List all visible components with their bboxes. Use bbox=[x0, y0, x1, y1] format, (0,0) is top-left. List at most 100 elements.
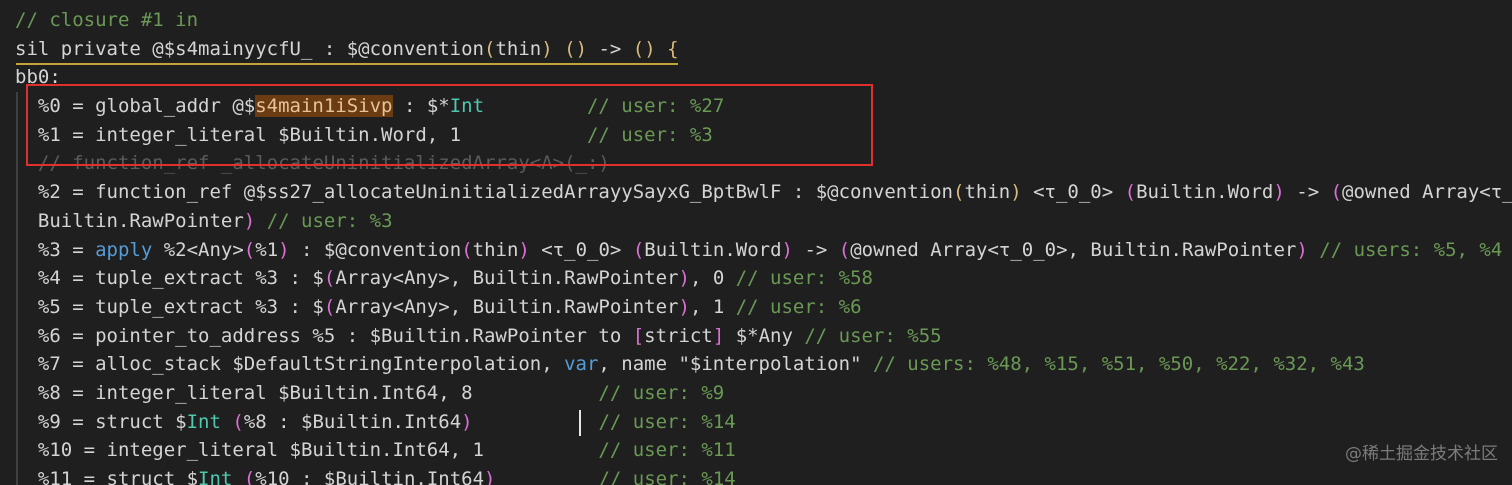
code-line[interactable]: %2 = function_ref @$ss27_allocateUniniti… bbox=[15, 178, 1512, 207]
code-line[interactable]: Builtin.RawPointer) // user: %3 bbox=[15, 207, 1512, 236]
code-token-plain: sil private @$s4mainyycfU_ : $@conventio… bbox=[15, 37, 484, 60]
watermark: @稀土掘金技术社区 bbox=[1345, 444, 1498, 465]
code-token-paren2: ) bbox=[278, 238, 290, 261]
code-token-paren2: ( bbox=[323, 267, 336, 290]
code-token-plain: $*Any bbox=[724, 324, 805, 347]
code-token-comment: // users: %5, %4 bbox=[1319, 238, 1503, 261]
code-token-comment: // users: %48, %15, %51, %50, %22, %32, … bbox=[872, 353, 1365, 376]
code-token-paren2: ( bbox=[461, 238, 473, 261]
code-token-paren2: ( bbox=[838, 238, 851, 261]
code-token-comment: // user: %3 bbox=[266, 209, 393, 232]
code-token-plain: , 1 bbox=[689, 295, 736, 318]
code-token-plain: -> bbox=[587, 37, 633, 60]
code-token-type: Int bbox=[198, 468, 233, 485]
code-token-plain: %1 bbox=[255, 238, 279, 261]
code-line[interactable]: %11 = struct $Int (%10 : $Builtin.Int64)… bbox=[15, 465, 1512, 485]
code-line[interactable]: %4 = tuple_extract %3 : $(Array<Any>, Bu… bbox=[15, 264, 1512, 293]
code-token-paren: ) bbox=[1010, 181, 1022, 204]
code-token-paren2: ) bbox=[518, 238, 530, 261]
code-token-paren2: ) bbox=[461, 410, 473, 433]
code-token-plain: : $@convention bbox=[289, 238, 462, 261]
code-token-plain: %11 = struct $ bbox=[15, 468, 199, 485]
code-token-comment: // user: %14 bbox=[598, 468, 736, 485]
code-token-plain: <τ_0_0> bbox=[1021, 181, 1125, 204]
code-line[interactable]: %3 = apply %2<Any>(%1) : $@convention(th… bbox=[15, 236, 1512, 265]
code-token-plain: , name "$interpolation" bbox=[598, 353, 873, 376]
code-token-comment: // user: %6 bbox=[735, 295, 862, 318]
code-line[interactable]: %7 = alloc_stack $DefaultStringInterpola… bbox=[15, 350, 1512, 379]
code-token-comment: // user: %9 bbox=[598, 381, 725, 404]
code-token-comment: // user: %14 bbox=[598, 410, 736, 433]
text-cursor bbox=[579, 410, 581, 436]
code-token-plain: Builtin.Word bbox=[644, 238, 782, 261]
code-token-paren2: ( bbox=[243, 238, 256, 261]
code-token-paren2: ( bbox=[232, 410, 244, 433]
code-token-plain: thin bbox=[964, 181, 1011, 204]
code-token-comment: // user: %11 bbox=[598, 439, 736, 462]
code-token-paren2: ) bbox=[1273, 181, 1285, 204]
code-token-paren: ( bbox=[953, 181, 965, 204]
code-line[interactable]: %8 = integer_literal $Builtin.Int64, 8 /… bbox=[15, 379, 1512, 408]
code-token-paren2: ( bbox=[323, 295, 336, 318]
code-token-paren2: ) bbox=[678, 295, 690, 318]
code-token-paren2: ) bbox=[678, 267, 690, 290]
code-lines[interactable]: // closure #1 in sil private @$s4mainyycf… bbox=[15, 6, 1512, 485]
code-editor[interactable]: // closure #1 in sil private @$s4mainyycf… bbox=[0, 0, 1512, 485]
code-token-paren2: ) bbox=[484, 468, 496, 485]
code-token-paren2: ( bbox=[243, 468, 256, 485]
code-token-plain: @owned Array<τ_0_0>, Builtin.RawPointer bbox=[850, 238, 1297, 261]
code-token-comment: // closure #1 in bbox=[15, 9, 199, 31]
code-token-plain: thin bbox=[495, 37, 542, 60]
code-line[interactable]: %10 = integer_literal $Builtin.Int64, 1 … bbox=[15, 436, 1512, 465]
code-token-comment: // user: %55 bbox=[804, 324, 942, 347]
code-token-plain: %10 : $Builtin.Int64 bbox=[255, 468, 485, 485]
code-token-plain: %2 = function_ref @$ss27_allocateUniniti… bbox=[15, 181, 953, 204]
code-token-comment: // user: %58 bbox=[735, 267, 873, 290]
code-token-plain: Array<Any>, Builtin.RawPointer bbox=[335, 295, 679, 318]
code-token-paren2: ) bbox=[1296, 238, 1308, 261]
annotation-highlight-box bbox=[26, 84, 873, 166]
code-line[interactable]: %5 = tuple_extract %3 : $(Array<Any>, Bu… bbox=[15, 293, 1512, 322]
code-line[interactable]: %6 = pointer_to_address %5 : $Builtin.Ra… bbox=[15, 322, 1512, 351]
code-token-paren2: ] bbox=[712, 324, 725, 347]
code-token-plain: %8 = integer_literal $Builtin.Int64, 8 bbox=[15, 381, 599, 404]
code-token-plain: , 0 bbox=[689, 267, 736, 290]
code-token-type: Int bbox=[186, 410, 221, 433]
code-token-paren2: [ bbox=[632, 324, 645, 347]
code-token-plain: %7 = alloc_stack $DefaultStringInterpola… bbox=[15, 353, 565, 376]
code-token-paren: ) bbox=[541, 37, 553, 60]
code-token-paren2: ) bbox=[781, 238, 793, 261]
code-token-paren2: ) bbox=[243, 209, 256, 232]
code-token-plain: -> bbox=[1284, 181, 1331, 204]
code-token-paren2: ( bbox=[1330, 181, 1343, 204]
code-token-plain: thin bbox=[472, 238, 519, 261]
code-token-plain: %6 = pointer_to_address %5 : $Builtin.Ra… bbox=[15, 324, 633, 347]
code-line[interactable]: // closure #1 in bbox=[15, 6, 1512, 35]
code-token-plain: %9 = struct $ bbox=[15, 410, 187, 433]
code-token-plain: <τ_0_0> bbox=[529, 238, 633, 261]
code-line[interactable]: sil private @$s4mainyycfU_ : $@conventio… bbox=[15, 35, 1512, 64]
code-token-plain: %4 = tuple_extract %3 : $ bbox=[15, 267, 324, 290]
code-token-plain: Builtin.RawPointer bbox=[15, 209, 244, 232]
code-token-plain: @owned Array<τ_ bbox=[1342, 181, 1512, 204]
code-token-paren: ( bbox=[484, 37, 496, 60]
code-token-kw: apply bbox=[95, 238, 153, 261]
code-token-kw: var bbox=[564, 353, 599, 376]
code-token-plain: -> bbox=[793, 238, 839, 261]
code-token-plain: %8 : $Builtin.Int64 bbox=[243, 410, 462, 433]
code-token-plain: %3 = bbox=[15, 238, 96, 261]
code-token-plain: Array<Any>, Builtin.RawPointer bbox=[335, 267, 679, 290]
code-token-paren2: ( bbox=[632, 238, 645, 261]
code-token-plain: %5 = tuple_extract %3 : $ bbox=[15, 295, 324, 318]
code-token-plain: %2<Any> bbox=[152, 238, 244, 261]
code-token-plain: %10 = integer_literal $Builtin.Int64, 1 bbox=[15, 439, 599, 462]
code-token-paren: { bbox=[667, 37, 679, 60]
code-line[interactable]: %9 = struct $Int (%8 : $Builtin.Int64) /… bbox=[15, 408, 1512, 437]
